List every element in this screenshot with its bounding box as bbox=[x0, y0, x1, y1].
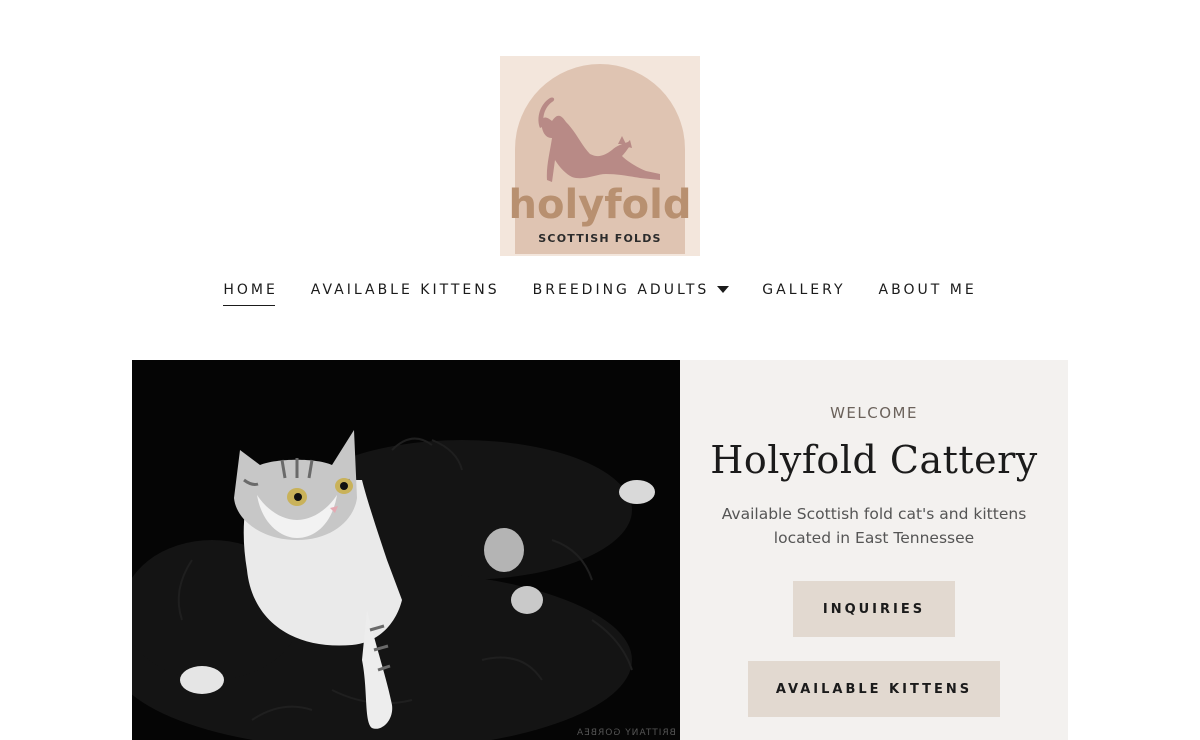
nav-item-label: ABOUT ME bbox=[878, 282, 977, 298]
logo-graphic: holyfold SCOTTISH FOLDS bbox=[509, 64, 692, 254]
logo-wordmark: holyfold bbox=[509, 182, 692, 228]
logo-tagline: SCOTTISH FOLDS bbox=[538, 232, 661, 245]
hero-title: Holyfold Cattery bbox=[710, 438, 1038, 482]
main-nav: HOME AVAILABLE KITTENS BREEDING ADULTS G… bbox=[0, 282, 1200, 306]
photo-credit: BRITTANY GORBEA bbox=[576, 728, 676, 738]
nav-item-available-kittens[interactable]: AVAILABLE KITTENS bbox=[311, 282, 500, 306]
nav-item-breeding-adults[interactable]: BREEDING ADULTS bbox=[533, 282, 730, 306]
site-logo[interactable]: holyfold SCOTTISH FOLDS bbox=[500, 56, 700, 256]
nav-item-label: GALLERY bbox=[762, 282, 846, 298]
nav-item-label: AVAILABLE KITTENS bbox=[310, 282, 500, 298]
hero-section: BRITTANY GORBEA WELCOME Holyfold Cattery… bbox=[132, 360, 1068, 740]
hero-eyebrow: WELCOME bbox=[830, 404, 918, 422]
hero-cat-photo: BRITTANY GORBEA bbox=[132, 360, 680, 740]
hero-subtitle: Available Scottish fold cat's and kitten… bbox=[721, 505, 1027, 547]
inquiries-button[interactable]: INQUIRIES bbox=[793, 581, 955, 637]
nav-item-gallery[interactable]: GALLERY bbox=[762, 282, 845, 306]
hero-panel: WELCOME Holyfold Cattery Available Scott… bbox=[680, 360, 1068, 740]
cat-photo-illustration bbox=[132, 360, 680, 740]
nav-item-label: BREEDING ADULTS bbox=[532, 282, 710, 298]
available-kittens-button[interactable]: AVAILABLE KITTENS bbox=[748, 661, 1000, 717]
nav-item-label: HOME bbox=[223, 282, 278, 298]
nav-item-about-me[interactable]: ABOUT ME bbox=[879, 282, 977, 306]
caret-down-icon bbox=[717, 285, 730, 293]
nav-item-home[interactable]: HOME bbox=[223, 282, 277, 306]
